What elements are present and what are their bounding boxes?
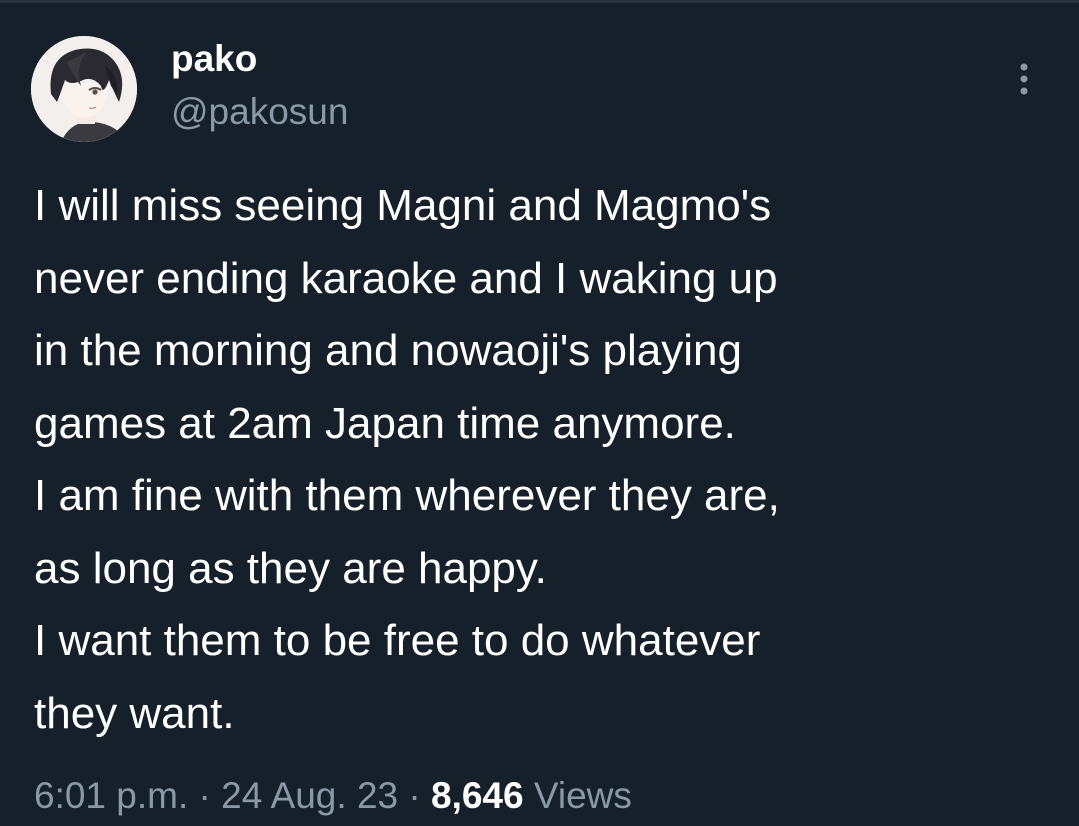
views-label: Views (533, 775, 632, 816)
user-handle[interactable]: @pakosun (171, 88, 348, 136)
tweet-text-line: in the morning and nowaoji's playing (34, 326, 742, 375)
tweet-meta: 6:01 p.m. · 24 Aug. 23 · 8,646 Views (34, 766, 632, 826)
tweet-text-line: never ending karaoke and I waking up (34, 253, 778, 303)
tweet-time[interactable]: 6:01 p.m. (34, 775, 188, 816)
anime-avatar-icon (31, 36, 137, 142)
meta-separator: · (188, 775, 222, 816)
tweet-text: I will miss seeing Magni and Magmo's nev… (34, 170, 1054, 750)
tweet-date[interactable]: 24 Aug. 23 (221, 775, 398, 816)
tweet-text-line: I will miss seeing Magni and Magmo's (34, 181, 772, 230)
more-options-button[interactable] (1004, 54, 1044, 104)
more-vertical-icon (1020, 63, 1028, 95)
top-divider (0, 0, 1079, 3)
tweet-text-line: they want. (34, 688, 235, 738)
avatar[interactable] (31, 36, 137, 142)
tweet-text-line: I want them to be free to do whatever (34, 616, 761, 665)
display-name[interactable]: pako (171, 36, 257, 82)
tweet-text-line: games at 2am Japan time anymore. (34, 398, 736, 448)
meta-separator: · (398, 775, 431, 816)
tweet-text-line: as long as they are happy. (34, 543, 547, 593)
views-count[interactable]: 8,646 (431, 775, 524, 816)
tweet-text-line: I am fine with them wherever they are, (34, 471, 780, 520)
